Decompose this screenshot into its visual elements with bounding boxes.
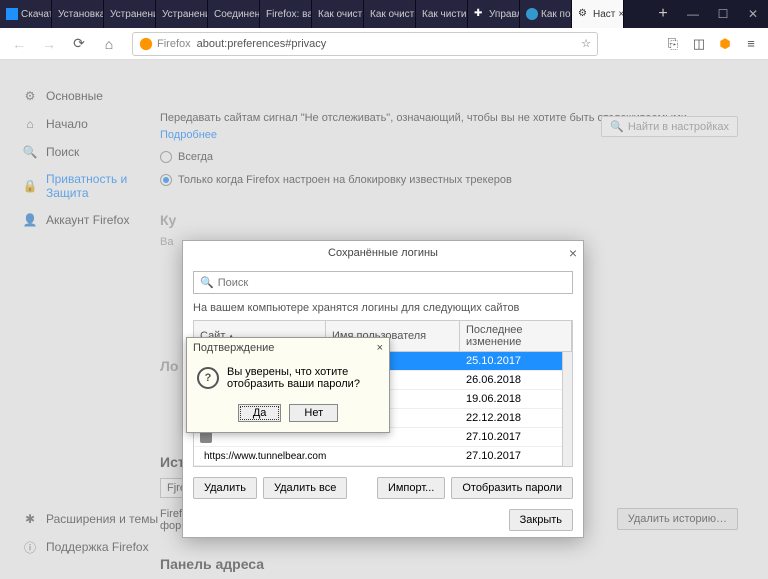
tab-2[interactable]: Устранени — [104, 0, 156, 28]
confirm-yes-button[interactable]: Да — [238, 404, 282, 422]
title-bar: Скачать Установка Устранени Устранени Со… — [0, 0, 768, 28]
logins-search[interactable]: 🔍 — [193, 271, 573, 294]
sidebar-item-account[interactable]: 👤Аккаунт Firefox — [22, 206, 160, 234]
user-icon: 👤 — [22, 212, 38, 228]
sidebar-item-general[interactable]: ⚙Основные — [22, 82, 160, 110]
menu-icon[interactable]: ≡ — [740, 33, 762, 55]
tab-11[interactable]: ⚙Наст× — [572, 0, 624, 28]
tab-0[interactable]: Скачать — [0, 0, 52, 28]
question-icon: ? — [197, 367, 219, 389]
extension-icon[interactable]: ⬢ — [714, 33, 736, 55]
tab-10[interactable]: Как по — [520, 0, 572, 28]
sidebar-item-extensions[interactable]: ✱Расширения и темы — [22, 505, 158, 533]
tab-4[interactable]: Соединени — [208, 0, 260, 28]
close-tab-icon[interactable]: × — [615, 9, 624, 20]
bookmark-star-icon[interactable]: ☆ — [581, 37, 591, 50]
content-area: ⚙Основные ⌂Начало 🔍Поиск 🔒Приватность и … — [0, 60, 768, 579]
tab-3[interactable]: Устранени — [156, 0, 208, 28]
addressbar-heading: Панель адреса — [160, 556, 738, 572]
tab-9[interactable]: ✚Управл — [468, 0, 520, 28]
scrollbar[interactable] — [562, 352, 572, 466]
addressbar-section: Панель адреса — [160, 556, 738, 572]
gear-icon: ⚙ — [22, 88, 38, 104]
confirm-dialog: Подтверждение × ? Вы уверены, что хотите… — [186, 337, 390, 433]
confirm-no-button[interactable]: Нет — [289, 404, 338, 422]
tab-strip: Скачать Установка Устранени Устранени Со… — [0, 0, 648, 28]
close-dialog-button[interactable]: Закрыть — [509, 509, 573, 531]
settings-sidebar: ⚙Основные ⌂Начало 🔍Поиск 🔒Приватность и … — [0, 60, 160, 579]
sidebar-item-support[interactable]: ⓘПоддержка Firefox — [22, 533, 158, 561]
tab-6[interactable]: Как очист — [312, 0, 364, 28]
dialog-title-bar: Сохранённые логины × — [183, 241, 583, 265]
settings-search-placeholder: Найти в настройках — [628, 121, 729, 133]
tracking-always[interactable]: Всегда — [160, 149, 738, 166]
confirm-text: Вы уверены, что хотите отобразить ваши п… — [227, 366, 379, 390]
back-button[interactable]: ← — [6, 31, 32, 57]
clear-history-button[interactable]: Удалить историю… — [617, 508, 738, 530]
tracking-only-blocked[interactable]: Только когда Firefox настроен на блокиро… — [160, 172, 738, 189]
dialog-actions: Удалить Удалить все Импорт... Отобразить… — [193, 477, 573, 499]
search-icon: 🔍 — [22, 144, 38, 160]
globe-icon — [526, 8, 538, 20]
puzzle-icon: ✚ — [474, 8, 486, 20]
cookies-heading: Ку — [160, 212, 738, 228]
dialog-subtitle: На вашем компьютере хранятся логины для … — [193, 302, 573, 314]
sidebar-item-home[interactable]: ⌂Начало — [22, 110, 160, 138]
search-icon: 🔍 — [200, 276, 214, 289]
gear-icon: ⚙ — [578, 8, 590, 20]
lock-icon: 🔒 — [22, 178, 38, 194]
remove-button[interactable]: Удалить — [193, 477, 257, 499]
radio-checked-icon — [160, 174, 172, 186]
tab-favicon-icon — [6, 8, 18, 20]
search-icon: 🔍 — [610, 120, 624, 133]
home-button[interactable]: ⌂ — [96, 31, 122, 57]
sidebar-item-search[interactable]: 🔍Поиск — [22, 138, 160, 166]
col-date[interactable]: Последнее изменение — [460, 321, 572, 351]
library-icon[interactable]: ⎘ — [662, 33, 684, 55]
sidebar-icon[interactable]: ◫ — [688, 33, 710, 55]
confirm-title: Подтверждение — [193, 342, 274, 354]
table-row[interactable]: https://www.tunnelbear.com27.10.2017 — [194, 447, 562, 466]
remove-all-button[interactable]: Удалить все — [263, 477, 347, 499]
dialog-title: Сохранённые логины — [328, 247, 438, 259]
home-icon: ⌂ — [22, 116, 38, 132]
help-icon: ⓘ — [22, 539, 38, 555]
nav-toolbar: ← → ⟳ ⌂ Firefox about:preferences#privac… — [0, 28, 768, 60]
reload-button[interactable]: ⟳ — [66, 31, 92, 57]
show-passwords-button[interactable]: Отобразить пароли — [451, 477, 573, 499]
tracking-more-link[interactable]: Подробнее — [160, 129, 217, 141]
maximize-button[interactable]: ☐ — [708, 0, 738, 28]
new-tab-button[interactable]: + — [648, 0, 678, 28]
sidebar-item-privacy[interactable]: 🔒Приватность и Защита — [22, 166, 160, 206]
minimize-button[interactable]: — — [678, 0, 708, 28]
radio-icon — [160, 151, 172, 163]
logins-search-input[interactable] — [218, 277, 566, 289]
tab-5[interactable]: Firefox: ваш — [260, 0, 312, 28]
firefox-icon — [139, 37, 153, 51]
tab-1[interactable]: Установка — [52, 0, 104, 28]
url-identity: Firefox — [157, 38, 191, 50]
forward-button[interactable]: → — [36, 31, 62, 57]
url-bar[interactable]: Firefox about:preferences#privacy ☆ — [132, 32, 598, 56]
import-button[interactable]: Импорт... — [377, 477, 445, 499]
window-controls: — ☐ ✕ — [678, 0, 768, 28]
confirm-close-button[interactable]: × — [377, 342, 383, 354]
close-window-button[interactable]: ✕ — [738, 0, 768, 28]
confirm-title-bar: Подтверждение × — [187, 338, 389, 358]
dialog-close-button[interactable]: × — [569, 245, 577, 261]
tab-8[interactable]: Как чисти — [416, 0, 468, 28]
tab-7[interactable]: Как очисти — [364, 0, 416, 28]
settings-search[interactable]: 🔍 Найти в настройках — [601, 116, 738, 137]
url-address: about:preferences#privacy — [197, 38, 582, 50]
puzzle-icon: ✱ — [22, 511, 38, 527]
